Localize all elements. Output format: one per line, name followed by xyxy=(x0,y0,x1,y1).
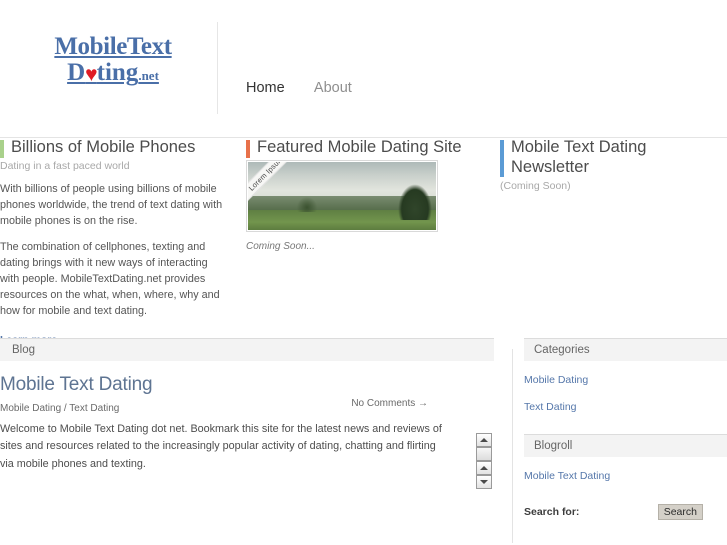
category-link-mobile-dating[interactable]: Mobile Dating xyxy=(524,374,588,386)
blogroll-list: Mobile Text Dating xyxy=(524,457,727,484)
scroll-up-button[interactable] xyxy=(476,461,492,475)
feature-a-paragraph-1: With billions of people using billions o… xyxy=(0,182,223,227)
blog-section-header: Blog xyxy=(0,338,494,361)
category-link-text-dating[interactable]: Text Dating xyxy=(524,401,577,413)
categories-list: Mobile Dating Text Dating xyxy=(524,361,727,415)
nav-item-home[interactable]: Home xyxy=(246,80,285,96)
sidebar: Categories Mobile Dating Text Dating Blo… xyxy=(524,338,727,520)
post-meta: Mobile Dating / Text Dating No Comments … xyxy=(0,398,494,414)
logo-line-two: D♥ting.net xyxy=(18,58,208,86)
feature-columns: Billions of Mobile Phones Dating in a fa… xyxy=(0,138,727,346)
feature-b-caption: Coming Soon... xyxy=(246,240,315,252)
post-categories[interactable]: Mobile Dating / Text Dating xyxy=(0,403,119,414)
list-item: Mobile Text Dating xyxy=(524,457,727,484)
widget-header-blogroll: Blogroll xyxy=(524,434,727,457)
main-navigation: Home About xyxy=(246,80,378,96)
blogroll-link-mobile-text-dating[interactable]: Mobile Text Dating xyxy=(524,470,610,482)
list-item: Text Dating xyxy=(524,388,727,415)
post-comments-link[interactable]: No Comments → xyxy=(351,398,428,409)
photo-tree-left xyxy=(296,197,317,213)
search-widget: Search for: Search xyxy=(524,484,727,520)
content-scrollbar[interactable] xyxy=(476,433,492,489)
content-sidebar-divider xyxy=(512,349,513,543)
photo-tree-right xyxy=(398,183,432,221)
chevron-down-icon xyxy=(480,480,488,484)
widget-header-categories: Categories xyxy=(524,338,727,361)
logo-text-ting: ting xyxy=(96,58,139,86)
header-vertical-divider xyxy=(217,22,218,114)
scroll-down-button[interactable] xyxy=(476,475,492,489)
scroll-up-button-top[interactable] xyxy=(476,433,492,447)
feature-c-title: Mobile Text Dating Newsletter xyxy=(500,138,720,178)
feature-c-subtitle: (Coming Soon) xyxy=(500,179,571,192)
blog-column: Blog Mobile Text Dating Mobile Dating / … xyxy=(0,338,494,473)
landscape-photo: Lorem Ipsum xyxy=(248,161,436,230)
logo-tld: .net xyxy=(138,67,159,83)
feature-billions-of-mobile-phones: Billions of Mobile Phones Dating in a fa… xyxy=(0,138,228,348)
chevron-up-icon xyxy=(480,438,488,442)
chevron-up-icon xyxy=(480,466,488,470)
feature-featured-dating-site: Featured Mobile Dating Site Lorem Ipsum … xyxy=(246,138,490,252)
feature-a-title: Billions of Mobile Phones xyxy=(0,138,228,158)
feature-newsletter: Mobile Text Dating Newsletter (Coming So… xyxy=(500,138,720,202)
site-logo[interactable]: MobileText D♥ting.net xyxy=(18,34,208,85)
post-body: Welcome to Mobile Text Dating dot net. B… xyxy=(0,423,442,470)
logo-line-one: MobileText xyxy=(54,33,172,60)
search-label: Search for: xyxy=(524,506,580,518)
heart-icon: ♥ xyxy=(85,61,98,86)
scrollbar-thumb[interactable] xyxy=(476,447,492,461)
search-button[interactable]: Search xyxy=(657,504,703,520)
site-header: MobileText D♥ting.net Home About xyxy=(0,0,727,138)
list-item: Mobile Dating xyxy=(524,361,727,388)
feature-b-title: Featured Mobile Dating Site xyxy=(246,138,490,158)
feature-a-paragraph-2: The combination of cellphones, texting a… xyxy=(0,240,220,317)
nav-item-about[interactable]: About xyxy=(314,80,352,96)
post-title[interactable]: Mobile Text Dating xyxy=(0,374,494,396)
logo-text-d: D xyxy=(67,58,86,86)
feature-a-subtitle: Dating in a fast paced world xyxy=(0,159,130,172)
featured-site-image[interactable]: Lorem Ipsum xyxy=(246,159,438,232)
